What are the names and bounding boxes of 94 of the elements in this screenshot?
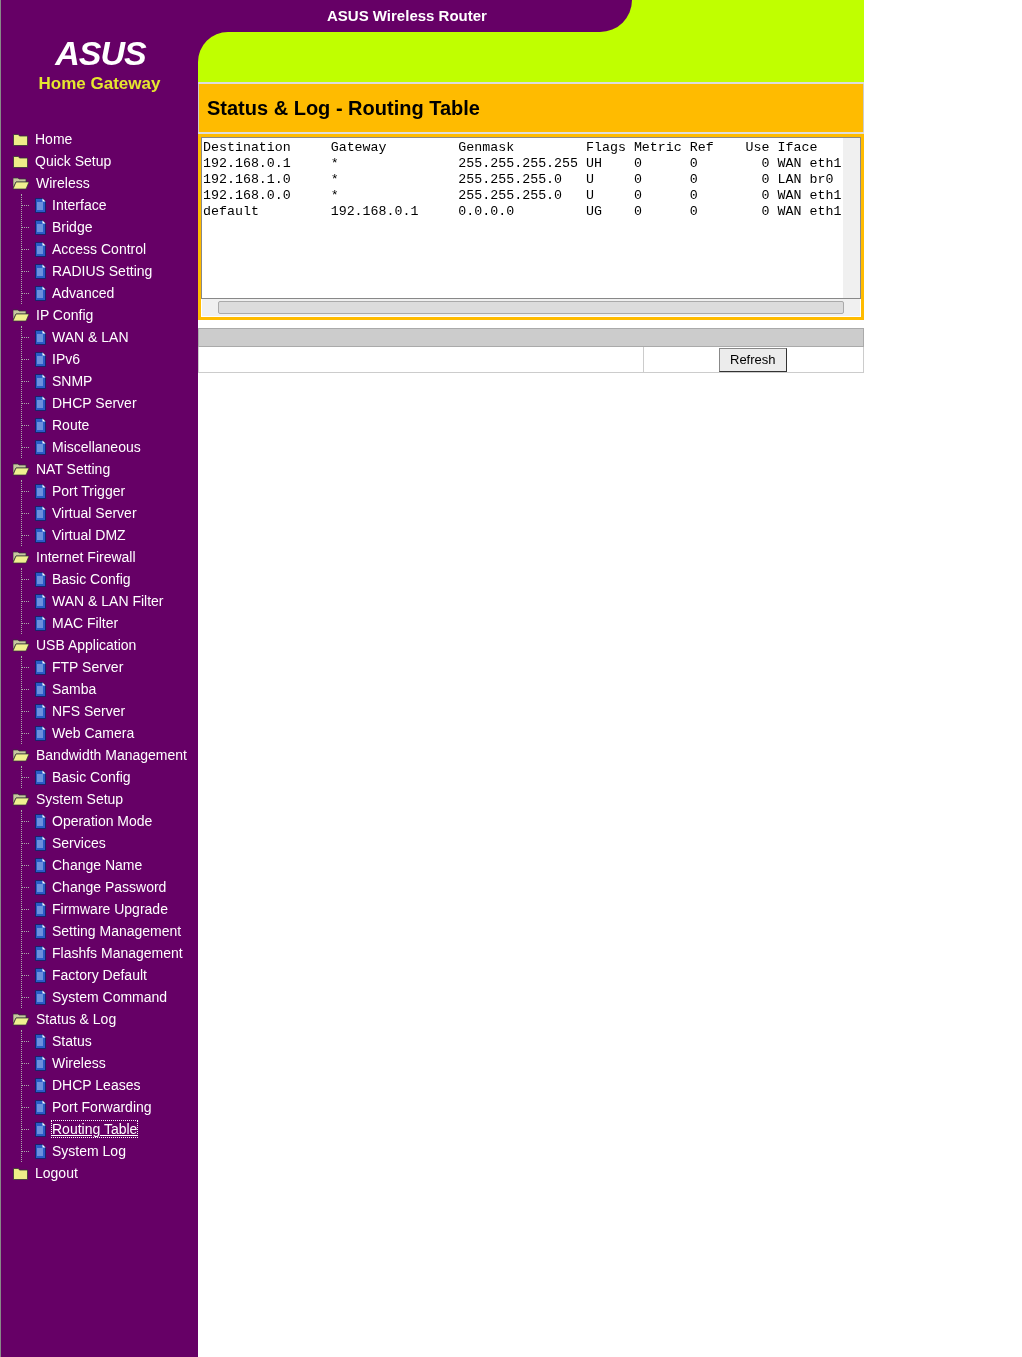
- nav-link[interactable]: MAC Filter: [52, 615, 119, 631]
- document-icon: [35, 417, 46, 433]
- nav-link[interactable]: Port Trigger: [52, 483, 126, 499]
- nav-link[interactable]: Quick Setup: [35, 153, 112, 169]
- nav-link[interactable]: System Log: [52, 1143, 126, 1159]
- nav-link[interactable]: Routing Table: [52, 1121, 138, 1137]
- refresh-button[interactable]: Refresh: [719, 347, 787, 372]
- nav-link[interactable]: Web Camera: [52, 725, 135, 741]
- document-icon: [35, 659, 46, 675]
- document-icon: [35, 813, 46, 829]
- nav-link[interactable]: Home: [35, 131, 73, 147]
- nav-link[interactable]: RADIUS Setting: [52, 263, 153, 279]
- nav-link[interactable]: DHCP Leases: [52, 1077, 141, 1093]
- document-icon: [35, 769, 46, 785]
- nav-link[interactable]: Basic Config: [52, 769, 131, 785]
- document-icon: [35, 527, 46, 543]
- subtitle: Home Gateway: [38, 74, 161, 94]
- nav-link[interactable]: Services: [52, 835, 106, 851]
- document-icon: [35, 835, 46, 851]
- nav-link[interactable]: System Command: [52, 989, 168, 1005]
- document-icon: [35, 241, 46, 257]
- document-icon: [35, 725, 46, 741]
- document-icon: [35, 373, 46, 389]
- nav-link[interactable]: Virtual DMZ: [52, 527, 126, 543]
- logo: ASUS: [55, 36, 146, 70]
- document-icon: [35, 329, 46, 345]
- document-icon: [35, 351, 46, 367]
- nav-link[interactable]: Advanced: [52, 285, 115, 301]
- document-icon: [35, 197, 46, 213]
- document-icon: [35, 1099, 46, 1115]
- nav-link[interactable]: NFS Server: [52, 703, 126, 719]
- nav-link[interactable]: Route: [52, 417, 90, 433]
- document-icon: [35, 285, 46, 301]
- document-icon: [35, 923, 46, 939]
- document-icon: [35, 1143, 46, 1159]
- nav-link[interactable]: Firmware Upgrade: [52, 901, 168, 917]
- nav-link[interactable]: Flashfs Management: [52, 945, 183, 961]
- document-icon: [35, 1121, 46, 1137]
- nav-link[interactable]: WAN & LAN: [52, 329, 129, 345]
- nav-link[interactable]: IPv6: [52, 351, 80, 367]
- document-icon: [35, 1033, 46, 1049]
- nav-link[interactable]: DHCP Server: [52, 395, 137, 411]
- document-icon: [35, 615, 46, 631]
- nav-link[interactable]: Change Password: [52, 879, 167, 895]
- nav-link[interactable]: Status & Log: [36, 1011, 117, 1027]
- vertical-scrollbar[interactable]: [843, 138, 860, 298]
- nav-link[interactable]: Basic Config: [52, 571, 131, 587]
- document-icon: [35, 857, 46, 873]
- document-icon: [35, 1077, 46, 1093]
- document-icon: [35, 681, 46, 697]
- log-text: Destination Gateway Genmask Flags Metric Ref Use Iface 192.168.0.1 * 255.255.255.255 UH 0 0 0 WAN eth1 192.168.1.0 * 255.255.255.0 U 0 0 0 LAN br0 192.168.0.0 * 255.255.255.0 U 0 0 0 WAN eth1 default 192.168.0.1 0.0.0.0 UG 0 0 0 WAN eth1: [202, 139, 843, 221]
- document-icon: [35, 1055, 46, 1071]
- nav-link[interactable]: Logout: [35, 1165, 78, 1181]
- nav-link[interactable]: Bandwidth Management: [36, 747, 187, 763]
- nav-link[interactable]: NAT Setting: [36, 461, 111, 477]
- nav-link[interactable]: Bridge: [52, 219, 93, 235]
- log-text-area[interactable]: [198, 134, 864, 320]
- nav-link[interactable]: Port Forwarding: [52, 1099, 152, 1115]
- document-icon: [35, 263, 46, 279]
- nav-link[interactable]: IP Config: [36, 307, 94, 323]
- horizontal-scrollbar[interactable]: [202, 299, 860, 316]
- document-icon: [35, 703, 46, 719]
- nav-link[interactable]: Wireless: [36, 175, 90, 191]
- nav-link[interactable]: Change Name: [52, 857, 143, 873]
- document-icon: [35, 945, 46, 961]
- document-icon: [35, 989, 46, 1005]
- document-icon: [35, 879, 46, 895]
- nav-link[interactable]: Operation Mode: [52, 813, 153, 829]
- nav-link[interactable]: System Setup: [36, 791, 124, 807]
- nav-link[interactable]: Access Control: [52, 241, 147, 257]
- nav-link[interactable]: Factory Default: [52, 967, 147, 983]
- document-icon: [35, 571, 46, 587]
- nav-link[interactable]: WAN & LAN Filter: [52, 593, 164, 609]
- nav-link[interactable]: Wireless: [52, 1055, 106, 1071]
- document-icon: [35, 593, 46, 609]
- document-icon: [35, 439, 46, 455]
- nav-link[interactable]: Interface: [52, 197, 107, 213]
- page-title: Status & Log - Routing Table: [207, 96, 480, 121]
- nav-link[interactable]: Miscellaneous: [52, 439, 141, 455]
- window-title: ASUS Wireless Router: [327, 7, 487, 25]
- nav-link[interactable]: SNMP: [52, 373, 93, 389]
- document-icon: [35, 219, 46, 235]
- document-icon: [35, 483, 46, 499]
- nav-link[interactable]: Setting Management: [52, 923, 182, 939]
- nav-link[interactable]: FTP Server: [52, 659, 124, 675]
- nav-link[interactable]: Internet Firewall: [36, 549, 136, 565]
- document-icon: [35, 901, 46, 917]
- nav-link[interactable]: USB Application: [36, 637, 137, 653]
- nav-link[interactable]: Samba: [52, 681, 97, 697]
- document-icon: [35, 505, 46, 521]
- document-icon: [35, 395, 46, 411]
- nav-link[interactable]: Status: [52, 1033, 92, 1049]
- document-icon: [35, 967, 46, 983]
- nav-link[interactable]: Virtual Server: [52, 505, 137, 521]
